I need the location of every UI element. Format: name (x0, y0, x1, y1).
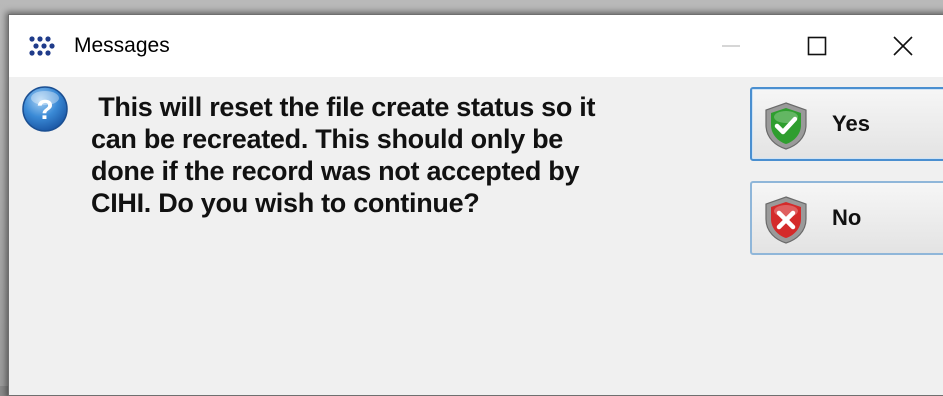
svg-text:?: ? (36, 94, 53, 125)
close-button[interactable] (859, 15, 943, 77)
dialog-message: This will reset the file create status s… (91, 92, 596, 218)
window-title: Messages (74, 34, 170, 57)
maximize-icon (807, 36, 827, 56)
shield-check-icon (765, 102, 807, 150)
minimize-button[interactable] (687, 15, 775, 77)
messages-dialog: Messages ? This will reset the file crea… (8, 14, 943, 396)
close-icon (893, 36, 913, 56)
no-button[interactable]: No (750, 181, 943, 255)
yes-label: Yes (832, 111, 870, 136)
no-label: No (832, 205, 862, 230)
title-bar[interactable]: Messages (9, 15, 943, 77)
maximize-button[interactable] (773, 15, 861, 77)
yes-button[interactable]: Yes (750, 87, 943, 161)
minimize-icon (722, 45, 740, 47)
question-icon: ? (22, 86, 68, 132)
dialog-body: ? This will reset the file create status… (9, 77, 943, 395)
shield-x-icon (765, 196, 807, 244)
app-dots-icon (29, 36, 55, 56)
